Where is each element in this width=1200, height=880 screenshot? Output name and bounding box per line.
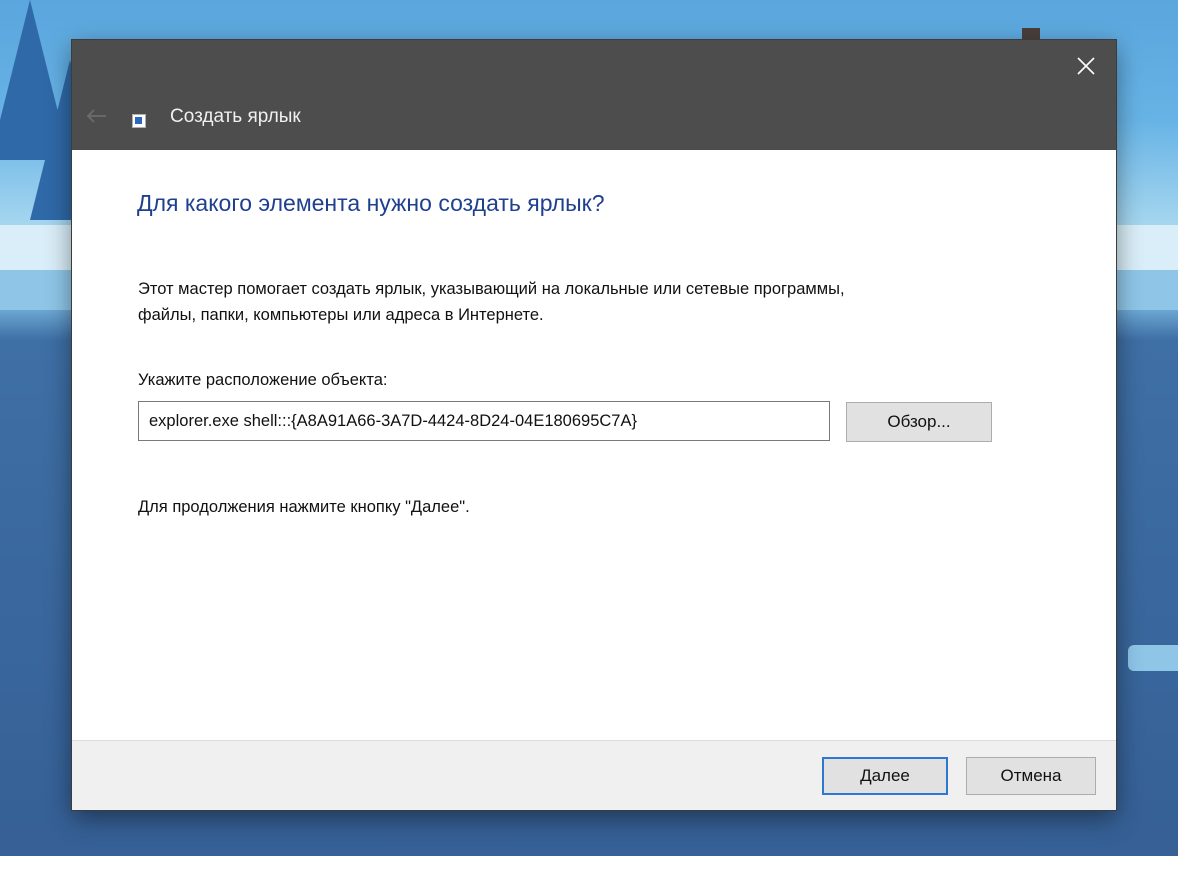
- title-bar: Создать ярлык: [72, 40, 1116, 150]
- screenshot-border: [1178, 0, 1200, 880]
- location-input[interactable]: [138, 401, 830, 441]
- browse-button[interactable]: Обзор...: [846, 402, 992, 442]
- wallpaper-seal: [1128, 645, 1178, 671]
- intro-text: Этот мастер помогает создать ярлык, указ…: [138, 276, 1038, 328]
- page-heading: Для какого элемента нужно создать ярлык?: [137, 190, 605, 216]
- intro-line: Этот мастер помогает создать ярлык, указ…: [138, 280, 845, 298]
- back-button[interactable]: [82, 102, 110, 130]
- location-label: Укажите расположение объекта:: [138, 371, 388, 389]
- shortcut-icon: [132, 114, 146, 128]
- back-arrow-icon: [86, 109, 106, 123]
- cancel-button[interactable]: Отмена: [966, 757, 1096, 795]
- create-shortcut-dialog: Создать ярлык Для какого элемента нужно …: [72, 40, 1116, 810]
- next-button[interactable]: Далее: [822, 757, 948, 795]
- intro-line: файлы, папки, компьютеры или адреса в Ин…: [138, 306, 544, 324]
- window-title: Создать ярлык: [170, 106, 301, 127]
- close-button[interactable]: [1070, 50, 1102, 82]
- dialog-footer: Далее Отмена: [72, 740, 1116, 810]
- close-icon: [1077, 57, 1095, 75]
- continue-hint: Для продолжения нажмите кнопку "Далее".: [138, 498, 470, 516]
- screenshot-border: [0, 856, 1200, 880]
